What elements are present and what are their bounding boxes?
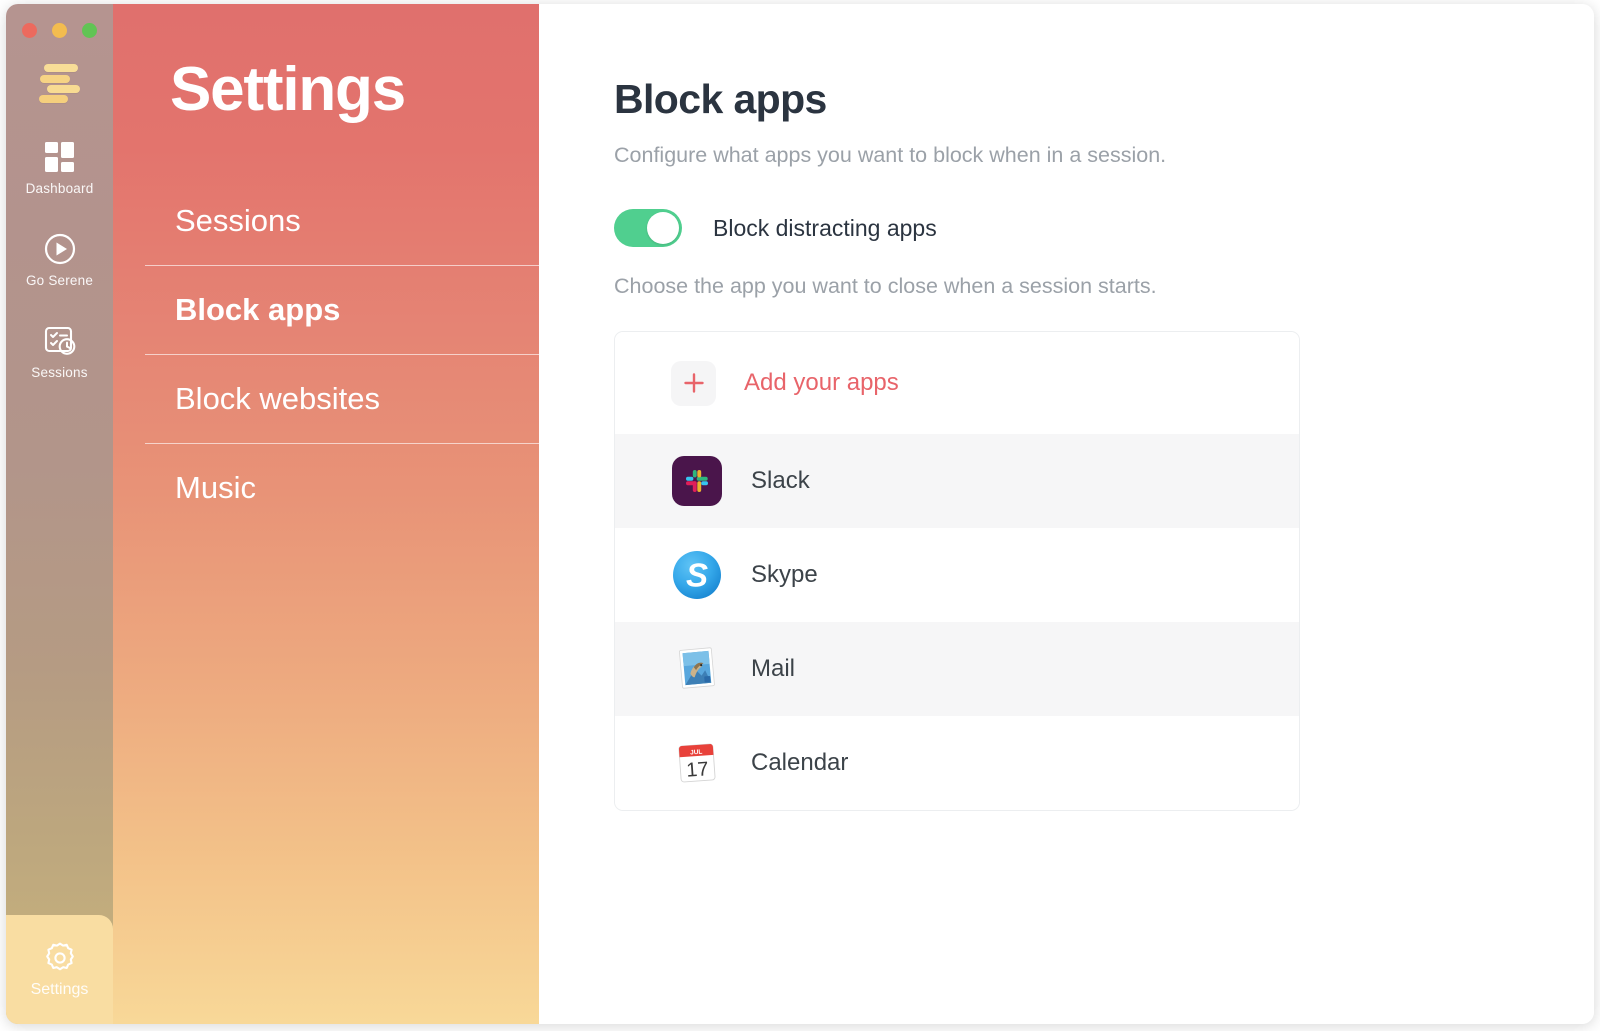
rail-item-label: Dashboard <box>25 181 94 196</box>
page-title: Block apps <box>614 76 827 122</box>
toggle-knob <box>647 212 679 244</box>
serene-logo-icon <box>36 62 84 104</box>
rail-item-sessions[interactable]: Sessions <box>6 324 113 380</box>
play-circle-icon <box>43 232 77 266</box>
checklist-clock-icon <box>43 324 77 358</box>
menu-item-label: Sessions <box>175 203 301 238</box>
gear-icon <box>43 941 77 975</box>
rail-item-label: Sessions <box>31 365 88 380</box>
page-subtitle: Configure what apps you want to block wh… <box>614 143 1167 167</box>
rail-item-go-serene[interactable]: Go Serene <box>6 232 113 288</box>
blocked-apps-card: Add your apps Slack S Skype Mail JUL 17 … <box>614 331 1300 811</box>
app-row-skype[interactable]: S Skype <box>615 528 1299 622</box>
app-name: Mail <box>751 655 796 682</box>
settings-menu-item-sessions[interactable]: Sessions <box>113 177 539 265</box>
block-distracting-apps-row: Block distracting apps <box>614 209 1594 247</box>
plus-icon <box>671 360 716 406</box>
calendar-icon: JUL 17 <box>671 737 723 789</box>
settings-menu-item-block-apps[interactable]: Block apps <box>113 266 539 354</box>
mail-icon <box>671 643 723 695</box>
svg-text:S: S <box>686 557 708 594</box>
app-name: Slack <box>751 467 810 494</box>
menu-item-label: Block apps <box>175 292 341 327</box>
menu-item-label: Block websites <box>175 381 381 416</box>
calendar-day-label: 17 <box>686 758 710 781</box>
add-your-apps-button[interactable]: Add your apps <box>615 332 1299 434</box>
add-your-apps-label: Add your apps <box>744 369 899 396</box>
menu-item-label: Music <box>175 470 256 505</box>
app-name: Calendar <box>751 749 849 776</box>
app-window: Dashboard Go Serene Sessions Settings Se… <box>6 4 1594 1024</box>
settings-nav-panel: Settings Sessions Block apps Block websi… <box>113 4 539 1024</box>
close-button[interactable] <box>22 23 37 38</box>
calendar-month-label: JUL <box>690 749 703 757</box>
dashboard-grid-icon <box>43 140 77 174</box>
rail-item-dashboard[interactable]: Dashboard <box>6 140 113 196</box>
settings-menu-item-block-websites[interactable]: Block websites <box>113 355 539 443</box>
rail-item-settings[interactable]: Settings <box>6 915 113 1024</box>
choose-app-hint: Choose the app you want to close when a … <box>614 274 1157 298</box>
settings-menu-item-music[interactable]: Music <box>113 444 539 532</box>
icon-rail: Dashboard Go Serene Sessions Settings <box>6 4 113 1024</box>
slack-icon <box>671 455 723 507</box>
toggle-label: Block distracting apps <box>713 214 937 241</box>
app-row-calendar[interactable]: JUL 17 Calendar <box>615 716 1299 810</box>
settings-panel-title: Settings <box>170 55 406 124</box>
app-name: Skype <box>751 561 818 588</box>
app-row-slack[interactable]: Slack <box>615 434 1299 528</box>
minimize-button[interactable] <box>52 23 67 38</box>
app-row-mail[interactable]: Mail <box>615 622 1299 716</box>
rail-item-label: Settings <box>30 981 89 998</box>
block-distracting-apps-toggle[interactable] <box>614 209 682 247</box>
skype-icon: S <box>671 549 723 601</box>
traffic-lights <box>22 23 97 38</box>
settings-menu: Sessions Block apps Block websites Music <box>113 177 539 532</box>
main-content: Block apps Configure what apps you want … <box>539 4 1594 1024</box>
rail-item-label: Go Serene <box>25 273 94 288</box>
maximize-button[interactable] <box>82 23 97 38</box>
